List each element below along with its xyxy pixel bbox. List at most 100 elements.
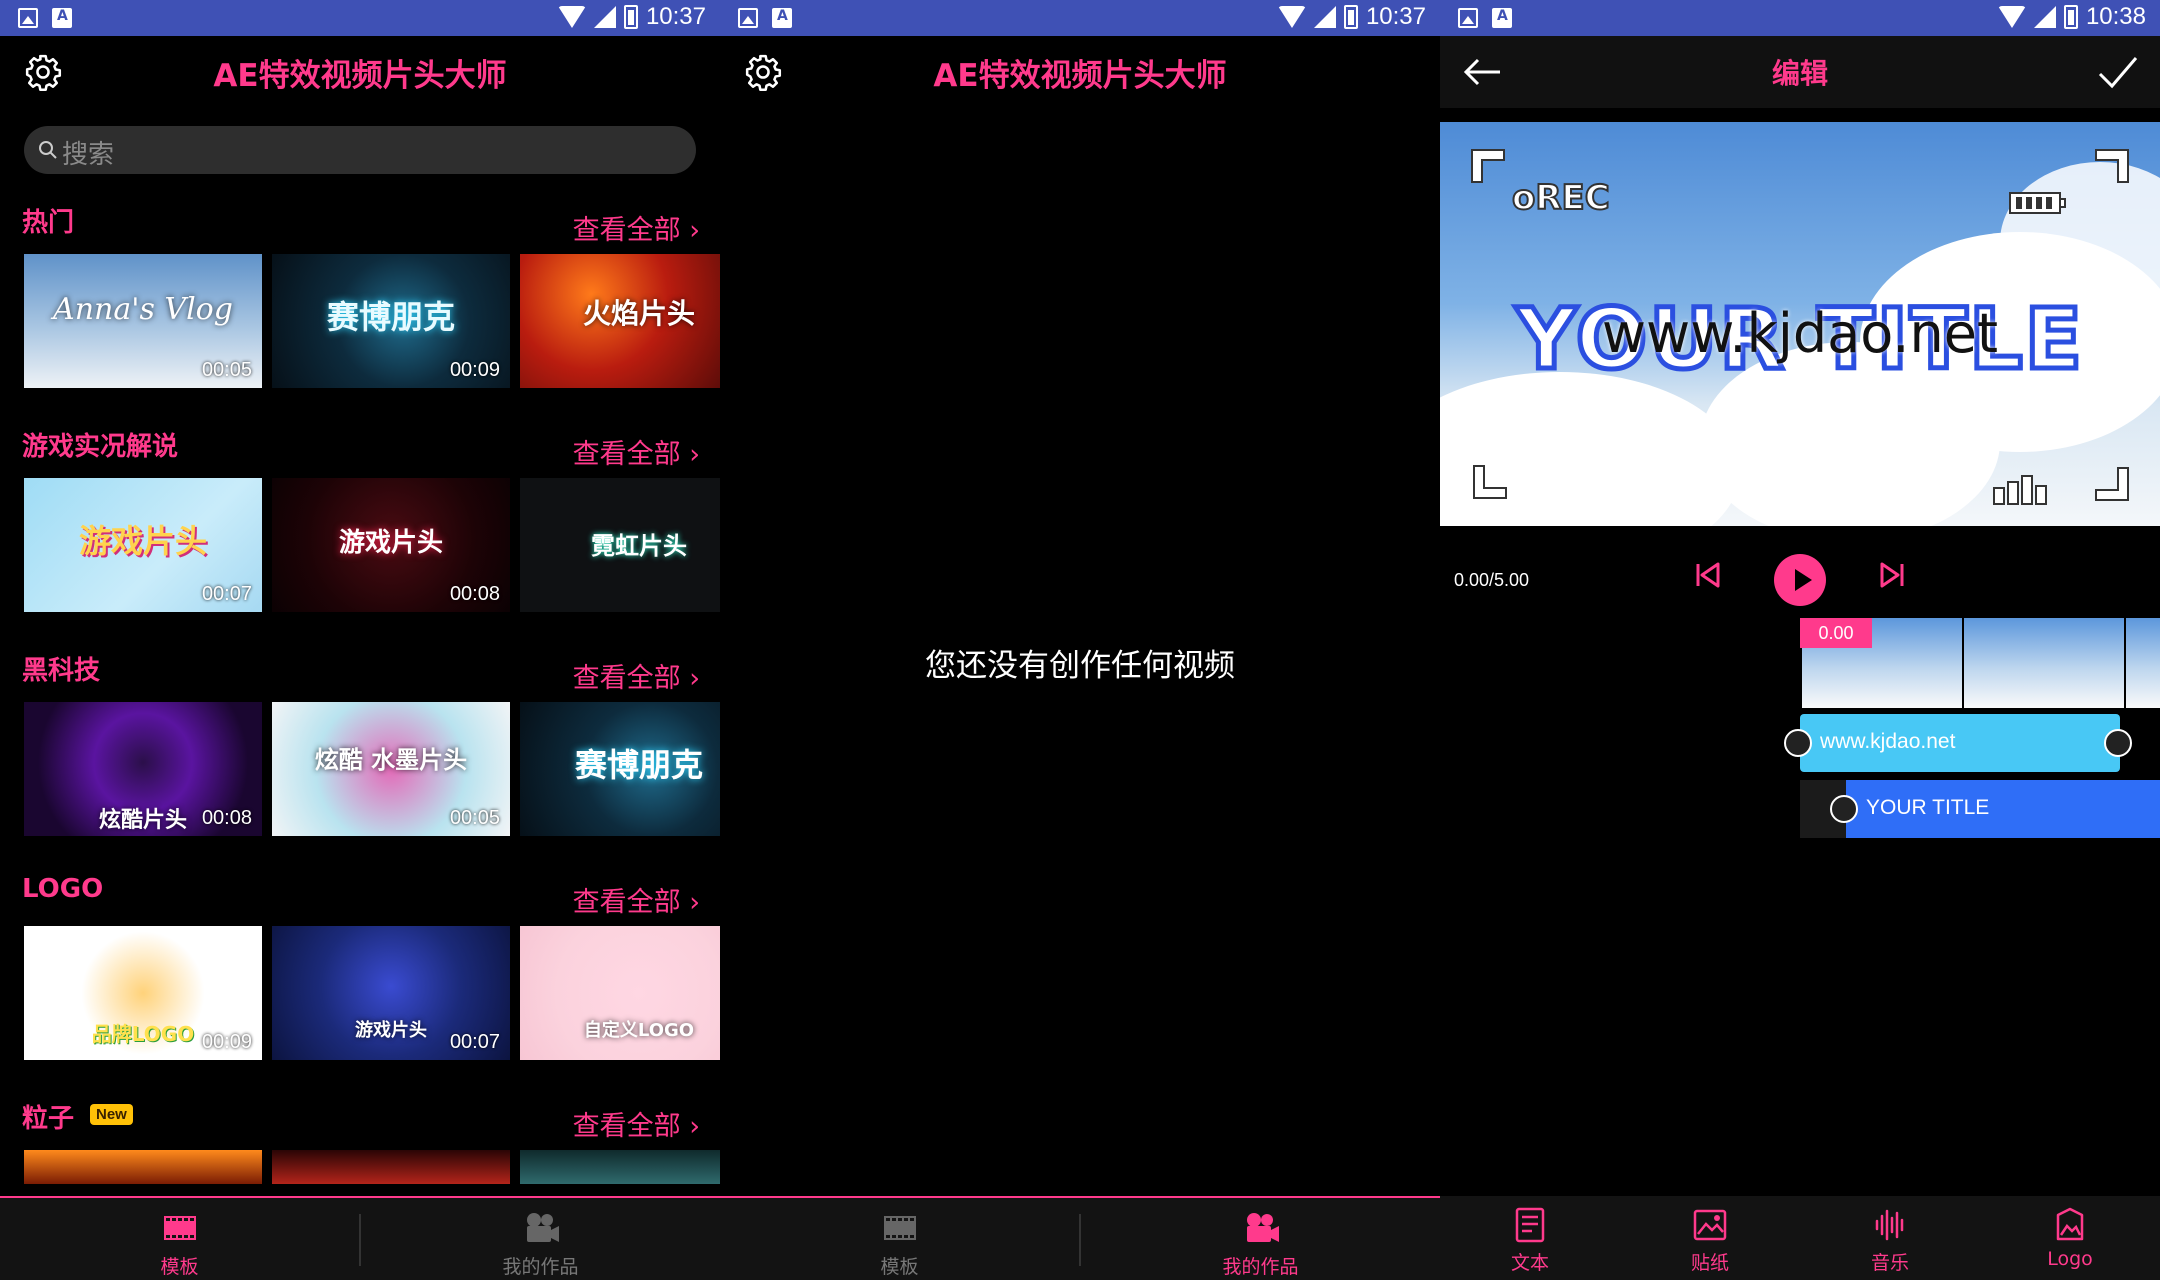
cloud <box>1440 372 1740 526</box>
nav-music[interactable]: 音乐 <box>1800 1196 1980 1280</box>
template-card[interactable]: 游戏片头 00:07 <box>24 478 262 612</box>
editor-toolbar: 编辑 <box>1440 36 2160 108</box>
corner-frame-icon <box>1473 465 1507 499</box>
nav-my-works[interactable]: 我的作品 <box>361 1198 720 1280</box>
app-title: AE特效视频片头大师 <box>213 58 507 94</box>
editor-title: 编辑 <box>1771 57 1828 90</box>
status-bar: 10:38 <box>1440 0 2160 36</box>
check-icon[interactable] <box>2096 52 2140 92</box>
image-notification-icon <box>738 8 758 28</box>
rec-label: oREC <box>1511 177 1611 219</box>
corner-frame-icon <box>2095 149 2129 183</box>
template-card[interactable]: 霓虹片头 00 <box>520 478 720 612</box>
nav-sticker[interactable]: 贴纸 <box>1620 1196 1800 1280</box>
nav-text[interactable]: 文本 <box>1440 1196 1620 1280</box>
app-notification-icon <box>772 8 792 28</box>
template-card[interactable] <box>272 1150 510 1184</box>
editor-screen: 10:38 编辑 oREC YOUR TITLE www.kjdao.net 0… <box>1440 0 2160 1280</box>
section-title: 粒子 <box>22 1104 75 1134</box>
template-card[interactable]: 炫酷 水墨片头 00:05 <box>272 702 510 836</box>
section-title: 热门 <box>22 208 75 238</box>
nav-templates[interactable]: 模板 <box>720 1198 1079 1280</box>
template-card[interactable]: 火焰片头 00 <box>520 254 720 388</box>
title-bar: AE特效视频片头大师 <box>720 36 1440 108</box>
status-time: 10:37 <box>1365 3 1426 30</box>
template-card[interactable]: 游戏片头 00:07 <box>272 926 510 1060</box>
battery-frame-icon <box>2009 192 2066 214</box>
nav-templates[interactable]: 模板 <box>0 1198 359 1280</box>
video-preview[interactable]: oREC YOUR TITLE www.kjdao.net <box>1440 122 2160 526</box>
section-title: 游戏实况解说 <box>22 432 179 462</box>
battery-icon <box>1343 5 1358 29</box>
app-notification-icon <box>1492 8 1512 28</box>
text-track-watermark[interactable]: www.kjdao.net <box>1800 714 2120 772</box>
template-card[interactable]: 炫酷片头 00:08 <box>24 702 262 836</box>
status-bar: 10:37 <box>720 0 1440 36</box>
home-screen: 10:37 AE特效视频片头大师 搜索 热门 查看全部 › Anna's Vlo… <box>0 0 720 1280</box>
music-icon <box>1875 1209 1904 1241</box>
template-card[interactable] <box>520 1150 720 1184</box>
bottom-nav: 模板 我的作品 <box>0 1196 720 1280</box>
search-placeholder: 搜索 <box>62 140 115 170</box>
search-icon <box>39 141 57 159</box>
skip-next-icon[interactable] <box>1878 560 1908 590</box>
template-card[interactable] <box>24 1150 262 1184</box>
template-icon <box>163 1216 196 1240</box>
image-notification-icon <box>18 8 38 28</box>
editor-bottom-nav: 文本 贴纸 音乐 Logo <box>1440 1196 2160 1280</box>
filmstrip-frame <box>2124 618 2160 708</box>
track-left-handle-icon[interactable] <box>1830 795 1858 823</box>
new-badge: New <box>90 1104 133 1125</box>
camera-icon <box>526 1213 559 1242</box>
track-left-handle-icon[interactable] <box>1784 729 1812 757</box>
template-card[interactable]: Anna's Vlog 00:05 <box>24 254 262 388</box>
wifi-icon <box>557 6 586 28</box>
play-button[interactable] <box>1774 554 1826 606</box>
battery-icon <box>2063 5 2078 29</box>
thumbnail-row <box>24 1150 720 1184</box>
battery-icon <box>623 5 638 29</box>
empty-state-message: 您还没有创作任何视频 <box>925 648 1235 684</box>
template-card[interactable]: 品牌LOGO 00:09 <box>24 926 262 1060</box>
template-card[interactable]: 赛博朋克 00 <box>520 702 720 836</box>
section-hot: 热门 查看全部 › Anna's Vlog 00:05 赛博朋克 00:09 火… <box>0 202 720 398</box>
camera-icon <box>1246 1213 1279 1242</box>
app-title: AE特效视频片头大师 <box>933 58 1227 94</box>
sticker-icon <box>1693 1209 1727 1241</box>
signal-icon <box>593 6 616 28</box>
see-all-link[interactable]: 查看全部 › <box>573 656 700 695</box>
text-icon <box>1515 1207 1545 1243</box>
template-card[interactable]: 游戏片头 00:08 <box>272 478 510 612</box>
text-track-title[interactable]: YOUR TITLE <box>1846 780 2160 838</box>
app-notification-icon <box>52 8 72 28</box>
section-game: 游戏实况解说 查看全部 › 游戏片头 00:07 游戏片头 00:08 霓虹片头… <box>0 426 720 622</box>
status-time: 10:38 <box>2085 3 2146 30</box>
wifi-icon <box>1997 6 2026 28</box>
thumbnail-row: 游戏片头 00:07 游戏片头 00:08 霓虹片头 00 <box>24 478 720 612</box>
nav-my-works[interactable]: 我的作品 <box>1081 1198 1440 1280</box>
see-all-link[interactable]: 查看全部 › <box>573 880 700 919</box>
see-all-link[interactable]: 查看全部 › <box>573 208 700 247</box>
signal-bars-icon <box>1993 475 2047 505</box>
search-input[interactable]: 搜索 <box>24 126 696 174</box>
watermark-text: www.kjdao.net <box>1601 302 1999 365</box>
see-all-link[interactable]: 查看全部 › <box>573 432 700 471</box>
playback-time: 0.00/5.00 <box>1454 570 1530 590</box>
thumbnail-row: 品牌LOGO 00:09 游戏片头 00:07 自定义LOGO 00 <box>24 926 720 1060</box>
corner-frame-icon <box>2095 467 2129 501</box>
timeline-time-tag: 0.00 <box>1800 618 1872 648</box>
logo-icon <box>2056 1207 2084 1241</box>
track-right-handle-icon[interactable] <box>2104 729 2132 757</box>
signal-icon <box>2033 6 2056 28</box>
section-title: LOGO <box>22 874 104 904</box>
my-works-screen: 10:37 AE特效视频片头大师 您还没有创作任何视频 模板 我的作品 <box>720 0 1440 1280</box>
status-bar: 10:37 <box>0 0 720 36</box>
status-time: 10:37 <box>645 3 706 30</box>
title-bar: AE特效视频片头大师 <box>0 36 720 108</box>
nav-logo[interactable]: Logo <box>1980 1196 2160 1280</box>
template-card[interactable]: 赛博朋克 00:09 <box>272 254 510 388</box>
section-tech: 黑科技 查看全部 › 炫酷片头 00:08 炫酷 水墨片头 00:05 赛博朋克… <box>0 650 720 846</box>
skip-previous-icon[interactable] <box>1692 560 1722 590</box>
template-card[interactable]: 自定义LOGO 00 <box>520 926 720 1060</box>
see-all-link[interactable]: 查看全部 › <box>573 1104 700 1143</box>
